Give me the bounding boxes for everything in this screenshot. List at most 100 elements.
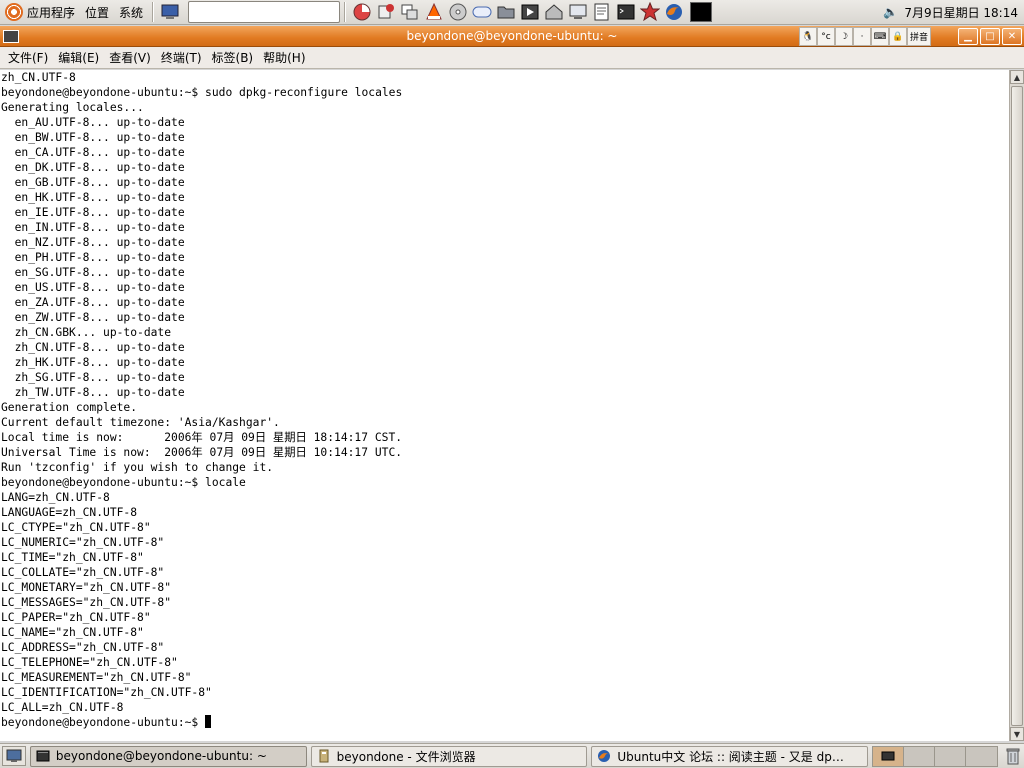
menu-tabs[interactable]: 标签(B) [207,49,259,66]
top-panel: 应用程序 位置 系统 🔈 7月9日星期日 18:14 [0,0,1024,25]
star-icon[interactable] [639,1,661,23]
terminal-line: en_GB.UTF-8... up-to-date [1,176,185,189]
terminal-icon [36,750,50,762]
terminal-line: zh_TW.UTF-8... up-to-date [1,386,185,399]
terminal-line: LC_ADDRESS="zh_CN.UTF-8" [1,641,165,654]
window-titlebar[interactable]: beyondone@beyondone-ubuntu: ~ 🐧 °c ☽ · ⌨… [0,26,1024,47]
paint-icon[interactable] [375,1,397,23]
home-icon[interactable] [543,1,565,23]
show-desktop-button[interactable] [2,746,26,766]
vertical-scrollbar[interactable]: ▲ ▼ [1009,70,1024,741]
task-label: beyondone - 文件浏览器 [336,749,476,764]
run-command-input[interactable] [188,1,341,23]
maximize-button[interactable]: □ [980,28,1000,45]
terminal-line: LANG=zh_CN.UTF-8 [1,491,110,504]
notification-tray-icon[interactable] [690,2,713,22]
terminal-line: beyondone@beyondone-ubuntu:~$ locale [1,476,246,489]
workspace-3[interactable] [935,746,967,766]
firefox-icon[interactable] [663,1,685,23]
window-controls: ▁ □ ✕ [958,28,1022,45]
terminal-line: zh_CN.UTF-8... up-to-date [1,341,185,354]
bottom-panel: beyondone@beyondone-ubuntu: ~ beyondone … [0,743,1024,768]
terminal-line: en_ZW.UTF-8... up-to-date [1,311,185,324]
terminal-line: en_CA.UTF-8... up-to-date [1,146,185,159]
mplayer-icon[interactable] [471,1,493,23]
terminal-line: LC_TIME="zh_CN.UTF-8" [1,551,144,564]
terminal-line: zh_HK.UTF-8... up-to-date [1,356,185,369]
menu-help[interactable]: 帮助(H) [258,49,310,66]
terminal-line: LC_MONETARY="zh_CN.UTF-8" [1,581,172,594]
terminal-line: en_HK.UTF-8... up-to-date [1,191,185,204]
firefox-icon [598,750,611,762]
panel-separator [344,2,347,22]
menu-edit[interactable]: 编辑(E) [53,49,104,66]
clock[interactable]: 7月9日星期日 18:14 [904,4,1018,21]
workspace-1[interactable] [873,746,905,766]
monitor-icon[interactable] [567,1,589,23]
menu-file[interactable]: 文件(F) [3,49,53,66]
terminal-line: zh_SG.UTF-8... up-to-date [1,371,185,384]
ime-toolbar: 🐧 °c ☽ · ⌨ 🔒 拼音 [799,27,931,46]
pinyin-icon[interactable]: 拼音 [907,27,931,46]
terminal-line: LC_NUMERIC="zh_CN.UTF-8" [1,536,165,549]
show-desktop-icon [6,749,22,762]
terminal-line: LC_TELEPHONE="zh_CN.UTF-8" [1,656,178,669]
ubuntu-logo-icon [5,3,23,21]
workspace-2[interactable] [904,746,936,766]
media-icon[interactable] [519,1,541,23]
ime-mode-icon[interactable]: °c [817,27,835,46]
terminal-line: LC_MESSAGES="zh_CN.UTF-8" [1,596,172,609]
terminal-line: en_ZA.UTF-8... up-to-date [1,296,185,309]
pie-chart-icon[interactable] [351,1,373,23]
terminal-line: LC_NAME="zh_CN.UTF-8" [1,626,144,639]
workspace-4[interactable] [966,746,998,766]
menu-terminal[interactable]: 终端(T) [156,49,207,66]
terminal-cursor [205,715,212,728]
screen-icon[interactable] [159,1,181,23]
tux-icon[interactable]: 🐧 [799,27,817,46]
trash-icon[interactable] [1002,746,1024,767]
minimize-button[interactable]: ▁ [958,28,978,45]
file-browser-icon [319,749,329,763]
scroll-up-arrow-icon[interactable]: ▲ [1010,70,1024,84]
menu-view[interactable]: 查看(V) [104,49,156,66]
close-button[interactable]: ✕ [1002,28,1022,45]
scrollbar-thumb[interactable] [1011,86,1023,726]
applications-menu-label: 应用程序 [27,5,76,20]
moon-icon[interactable]: ☽ [835,27,853,46]
volume-icon[interactable]: 🔈 [883,5,898,19]
system-menu[interactable]: 系统 [114,0,148,25]
folder-icon[interactable] [495,1,517,23]
task-label: beyondone@beyondone-ubuntu: ~ [55,749,267,763]
terminal-line: LANGUAGE=zh_CN.UTF-8 [1,506,138,519]
terminal-prompt-line[interactable]: beyondone@beyondone-ubuntu:~$ [0,715,1009,730]
terminal-line: Run 'tzconfig' if you wish to change it. [1,461,274,474]
task-file-browser[interactable]: beyondone - 文件浏览器 [310,745,588,767]
clock-area[interactable]: 🔈 7月9日星期日 18:14 [883,4,1024,21]
places-menu[interactable]: 位置 [80,0,114,25]
terminal-line: Generating locales... [1,101,144,114]
task-terminal[interactable]: beyondone@beyondone-ubuntu: ~ [29,745,307,767]
terminal-line: Local time is now: 2006年 07月 09日 星期日 18:… [1,431,403,444]
terminal-line: Universal Time is now: 2006年 07月 09日 星期日… [1,446,403,459]
panel-separator [152,2,155,22]
terminal-line: LC_CTYPE="zh_CN.UTF-8" [1,521,151,534]
scroll-down-arrow-icon[interactable]: ▼ [1010,727,1024,741]
terminal-line: en_IN.UTF-8... up-to-date [1,221,185,234]
vlc-icon[interactable] [423,1,445,23]
keyboard-icon[interactable]: ⌨ [871,27,889,46]
photos-icon[interactable] [399,1,421,23]
terminal-line: en_BW.UTF-8... up-to-date [1,131,185,144]
terminal-line: LC_ALL=zh_CN.UTF-8 [1,701,124,714]
dvd-icon[interactable] [447,1,469,23]
applications-menu[interactable]: 应用程序 [0,0,80,25]
terminal-icon[interactable] [615,1,637,23]
text-editor-icon[interactable] [591,1,613,23]
terminal-line: LC_MEASUREMENT="zh_CN.UTF-8" [1,671,192,684]
task-firefox[interactable]: Ubuntu中文 论坛 :: 阅读主题 - 又是 dp… [591,745,869,767]
terminal-output[interactable]: zh_CN.UTF-8 beyondone@beyondone-ubuntu:~$… [0,70,1009,741]
lock-icon[interactable]: 🔒 [889,27,907,46]
dot-icon[interactable]: · [853,27,871,46]
terminal-line: en_SG.UTF-8... up-to-date [1,266,185,279]
terminal-line: LC_PAPER="zh_CN.UTF-8" [1,611,151,624]
